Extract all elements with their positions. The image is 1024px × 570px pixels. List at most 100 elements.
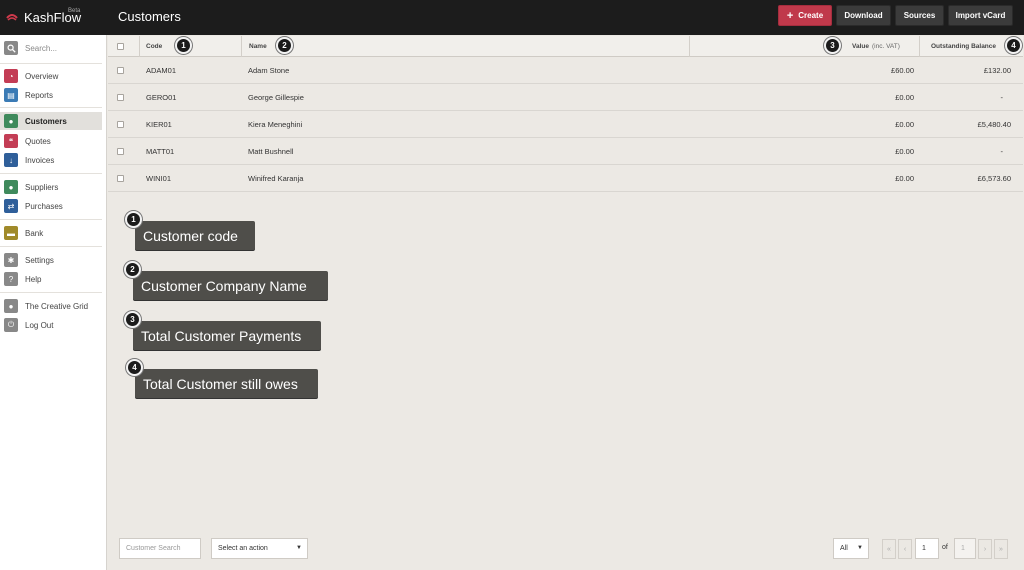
- customer-code: WINI01: [146, 173, 172, 183]
- sidebar-item-label: Settings: [25, 255, 54, 265]
- column-divider: [919, 36, 920, 57]
- table-row[interactable]: WINI01 Winifred Karanja £0.00 £6,573.60: [108, 165, 1023, 192]
- sidebar-item-bank[interactable]: ▬ Bank: [0, 224, 102, 242]
- customer-name[interactable]: George Gillespie: [248, 84, 304, 110]
- chart-icon: ▤: [4, 88, 18, 102]
- customer-code: KIER01: [146, 119, 172, 129]
- of-label: of: [942, 544, 948, 551]
- customer-name[interactable]: Adam Stone: [248, 57, 289, 83]
- gear-icon: ✱: [4, 253, 18, 267]
- annotation-marker-3: 3: [124, 311, 141, 328]
- sidebar-item-label: Overview: [25, 71, 59, 81]
- sidebar-item-customers[interactable]: ● Customers: [0, 112, 102, 130]
- customer-name[interactable]: Matt Bushnell: [248, 138, 293, 164]
- page-number-input[interactable]: 1: [915, 538, 939, 559]
- page-total: 1: [954, 538, 976, 559]
- brand[interactable]: KashFlow Beta: [0, 0, 107, 35]
- row-checkbox[interactable]: [117, 66, 124, 74]
- sidebar-item-label: Log Out: [25, 320, 54, 330]
- plus-icon: +: [786, 9, 794, 22]
- table-row[interactable]: ADAM01 Adam Stone £60.00 £132.00: [108, 57, 1023, 84]
- divider: [0, 63, 102, 64]
- annotation-total-payments: Total Customer Payments: [133, 321, 321, 350]
- sidebar-item-quotes[interactable]: ❝ Quotes: [0, 132, 102, 150]
- column-header-name[interactable]: Name: [249, 36, 267, 56]
- chevron-down-icon: ▼: [857, 545, 863, 551]
- next-page-icon[interactable]: ›: [978, 539, 992, 559]
- user-icon: ●: [4, 299, 18, 313]
- customer-code: MATT01: [146, 146, 175, 156]
- column-divider: [139, 36, 140, 57]
- row-checkbox[interactable]: [117, 93, 124, 101]
- create-button[interactable]: + Create: [778, 5, 832, 26]
- column-header-balance[interactable]: Outstanding Balance: [931, 36, 996, 56]
- customer-code: ADAM01: [146, 65, 177, 75]
- sidebar-item-overview[interactable]: ◔ Overview: [0, 67, 102, 85]
- row-checkbox[interactable]: [117, 147, 124, 155]
- column-header-value[interactable]: Value (inc. VAT): [852, 36, 900, 56]
- sidebar-item-label: Quotes: [25, 136, 51, 146]
- sidebar-item-label: Bank: [25, 228, 44, 238]
- help-icon: ?: [4, 272, 18, 286]
- sidebar-item-label: Reports: [25, 90, 54, 100]
- sidebar-item-help[interactable]: ? Help: [0, 270, 102, 288]
- action-select[interactable]: Select an action ▼: [211, 538, 308, 559]
- select-all-checkbox[interactable]: [117, 42, 124, 50]
- search-icon: [4, 41, 18, 55]
- customer-value: £0.00: [895, 146, 914, 156]
- last-page-icon[interactable]: »: [994, 539, 1008, 559]
- divider: [0, 219, 102, 220]
- divider: [0, 246, 102, 247]
- sidebar-item-purchases[interactable]: ⇄ Purchases: [0, 197, 102, 215]
- prev-page-icon[interactable]: ‹: [898, 539, 912, 559]
- customer-balance: -: [1000, 146, 1004, 156]
- sidebar-item-settings[interactable]: ✱ Settings: [0, 251, 102, 269]
- select-all-cell: [117, 36, 124, 56]
- customer-name[interactable]: Kiera Meneghini: [248, 111, 302, 137]
- customer-value: £0.00: [895, 173, 914, 183]
- row-checkbox[interactable]: [117, 174, 124, 182]
- table-row[interactable]: KIER01 Kiera Meneghini £0.00 £5,480.40: [108, 111, 1023, 138]
- page-size-select[interactable]: All ▼: [833, 538, 869, 559]
- bank-icon: ▬: [4, 226, 18, 240]
- sidebar: Search... ◔ Overview ▤ Reports ● Custome…: [0, 35, 107, 570]
- first-page-icon[interactable]: «: [882, 539, 896, 559]
- sidebar-item-reports[interactable]: ▤ Reports: [0, 86, 102, 104]
- annotation-marker-4: 4: [126, 359, 143, 376]
- row-checkbox[interactable]: [117, 120, 124, 128]
- invoice-icon: ↓: [4, 153, 18, 167]
- annotation-marker-2: 2: [124, 261, 141, 278]
- sidebar-item-label: Help: [25, 274, 42, 284]
- sidebar-search[interactable]: Search...: [0, 39, 102, 57]
- action-select-value: Select an action: [218, 545, 268, 552]
- chevron-down-icon: ▼: [296, 545, 302, 551]
- marker-1: 1: [175, 37, 192, 54]
- sidebar-item-invoices[interactable]: ↓ Invoices: [0, 151, 102, 169]
- import-vcard-button[interactable]: Import vCard: [948, 5, 1013, 26]
- sidebar-item-label: Purchases: [25, 201, 63, 211]
- customer-code: GERO01: [146, 92, 177, 102]
- sidebar-item-account[interactable]: ● The Creative Grid: [0, 297, 102, 315]
- annotation-company-name: Customer Company Name: [133, 271, 328, 300]
- sidebar-item-logout[interactable]: ⏻ Log Out: [0, 316, 102, 334]
- column-divider: [241, 36, 242, 57]
- power-icon: ⏻: [4, 318, 18, 332]
- sidebar-item-label: The Creative Grid: [25, 301, 89, 311]
- marker-4: 4: [1005, 37, 1022, 54]
- sidebar-item-suppliers[interactable]: ● Suppliers: [0, 178, 102, 196]
- customer-balance: £5,480.40: [977, 119, 1011, 129]
- column-header-code[interactable]: Code: [146, 36, 162, 56]
- annotation-customer-code: Customer code: [135, 221, 255, 250]
- sidebar-search-input[interactable]: Search...: [25, 44, 57, 53]
- divider: [0, 107, 102, 108]
- marker-3: 3: [824, 37, 841, 54]
- marker-2: 2: [276, 37, 293, 54]
- download-button[interactable]: Download: [836, 5, 891, 26]
- customer-search-input[interactable]: Customer Search: [119, 538, 201, 559]
- table-row[interactable]: MATT01 Matt Bushnell £0.00 -: [108, 138, 1023, 165]
- sources-button[interactable]: Sources: [895, 5, 944, 26]
- table-row[interactable]: GERO01 George Gillespie £0.00 -: [108, 84, 1023, 111]
- divider: [0, 173, 102, 174]
- kashflow-logo-icon: [6, 13, 18, 21]
- customer-name[interactable]: Winifred Karanja: [248, 165, 303, 191]
